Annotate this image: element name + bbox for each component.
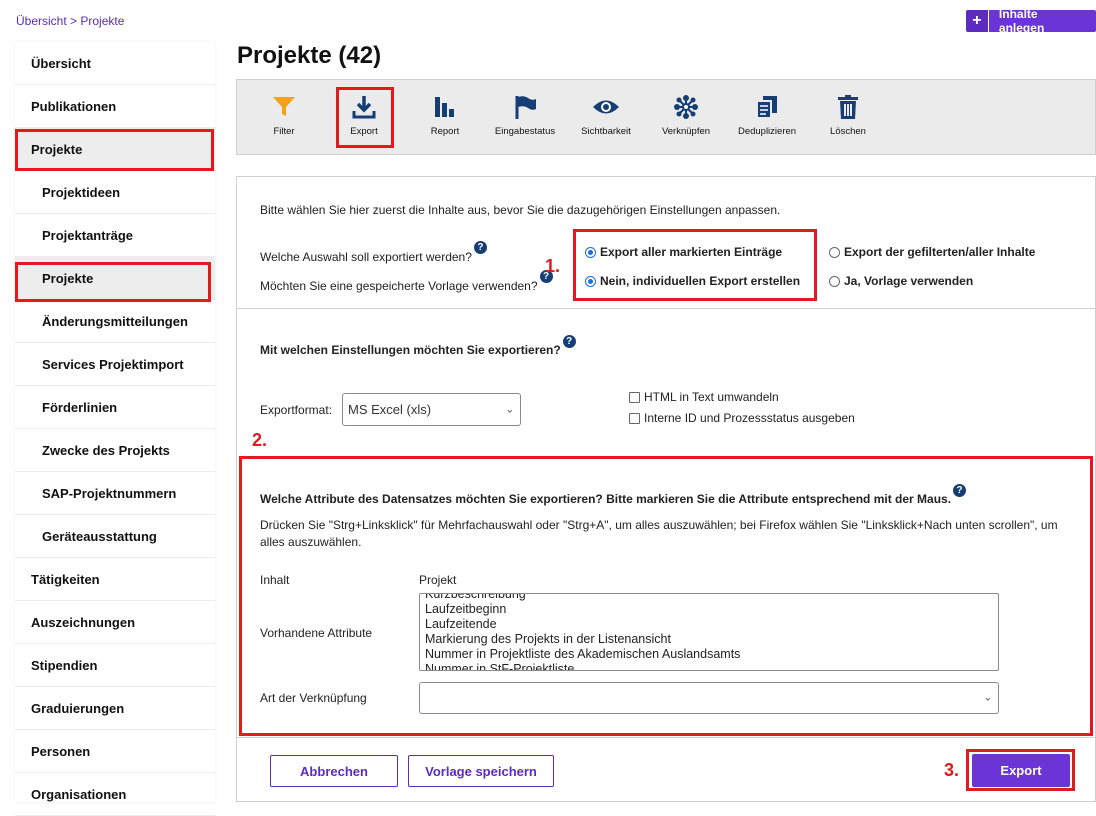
annotation-highlight	[239, 456, 1093, 736]
sidebar-item-label: Auszeichnungen	[31, 614, 136, 630]
sidebar-item-services-projektimport[interactable]: Services Projektimport	[15, 343, 215, 386]
toolbar-label: Löschen	[830, 126, 866, 137]
settings-heading-text: Mit welchen Einstellungen möchten Sie ex…	[260, 343, 561, 357]
radio-indicator	[829, 275, 840, 287]
breadcrumb-current[interactable]: Projekte	[80, 14, 124, 28]
bar-chart-icon	[435, 97, 454, 117]
checkbox-box	[629, 412, 640, 424]
toolbar-label: Verknüpfen	[661, 126, 711, 137]
sidebar-item-aenderungsmitteilungen[interactable]: Änderungsmitteilungen	[15, 300, 215, 343]
format-label: Exportformat:	[260, 403, 333, 417]
sidebar-item-label: Stipendien	[31, 657, 98, 673]
annotation-step-3: 3.	[944, 760, 960, 780]
help-icon[interactable]: ?	[473, 241, 487, 254]
toolbar-label: Filter	[273, 126, 295, 137]
help-icon[interactable]: ?	[562, 335, 576, 348]
export-format-select[interactable]: MS Excel (xls) ⌄	[342, 393, 521, 426]
page-title: Projekte (42)	[237, 42, 382, 69]
network-icon	[674, 95, 698, 119]
add-content-label: Inhalte anlegen	[988, 10, 1096, 32]
sidebar-item-label: Zwecke des Projekts	[42, 442, 170, 458]
sidebar-item-personen[interactable]: Personen	[15, 730, 215, 773]
sidebar-item-uebersicht[interactable]: Übersicht	[15, 42, 215, 85]
breadcrumb: Übersicht > Projekte	[16, 14, 124, 28]
checkbox-label: HTML in Text umwandeln	[644, 390, 779, 404]
sidebar-item-label: SAP-Projektnummern	[42, 485, 177, 501]
copy-icon	[756, 96, 777, 119]
sidebar-item-projektantraege[interactable]: Projektanträge	[15, 214, 215, 257]
sidebar-item-label: Organisationen	[31, 786, 127, 802]
checkbox-box	[629, 391, 640, 403]
export-intro: Bitte wählen Sie hier zuerst die Inhalte…	[260, 203, 781, 217]
sidebar-item-foerderlinien[interactable]: Förderlinien	[15, 386, 215, 429]
section-divider	[237, 737, 1095, 738]
sidebar-item-label: Personen	[31, 743, 91, 759]
checkbox-html-to-text[interactable]: HTML in Text umwandeln	[629, 390, 779, 404]
toolbar-report-button[interactable]: Report	[410, 94, 480, 137]
breadcrumb-home-link[interactable]: Übersicht	[16, 14, 67, 28]
export-format-value: MS Excel (xls)	[348, 402, 432, 417]
template-question-text: Möchten Sie eine gespeicherte Vorlage ve…	[260, 279, 538, 293]
save-template-button[interactable]: Vorlage speichern	[408, 755, 554, 787]
checkbox-internal-id[interactable]: Interne ID und Prozessstatus ausgeben	[629, 411, 855, 425]
toolbar-verknuepfen-button[interactable]: Verknüpfen	[651, 94, 721, 137]
toolbar-label: Deduplizieren	[737, 126, 797, 137]
checkbox-label: Interne ID und Prozessstatus ausgeben	[644, 411, 855, 425]
annotation-highlight	[573, 229, 817, 301]
eye-icon	[593, 100, 619, 114]
sidebar-item-label: Graduierungen	[31, 700, 125, 716]
template-question: Möchten Sie eine gespeicherte Vorlage ve…	[260, 270, 553, 293]
sidebar-item-taetigkeiten[interactable]: Tätigkeiten	[15, 558, 215, 601]
cancel-button[interactable]: Abbrechen	[270, 755, 398, 787]
toolbar-loeschen-button[interactable]: Löschen	[813, 94, 883, 137]
sidebar-item-label: Projektideen	[42, 184, 121, 200]
toolbar-label: Eingabestatus	[494, 126, 556, 137]
annotation-step-1: 1.	[545, 256, 561, 276]
sidebar-item-graduierungen[interactable]: Graduierungen	[15, 687, 215, 730]
settings-heading: Mit welchen Einstellungen möchten Sie ex…	[260, 335, 576, 357]
toolbar-sichtbarkeit-button[interactable]: Sichtbarkeit	[571, 94, 641, 137]
sidebar-item-geraeteausstattung[interactable]: Geräteausstattung	[15, 515, 215, 558]
sidebar-item-publikationen[interactable]: Publikationen	[15, 85, 215, 128]
filter-icon	[273, 97, 295, 116]
plus-icon: +	[966, 10, 989, 32]
sidebar-item-auszeichnungen[interactable]: Auszeichnungen	[15, 601, 215, 644]
selection-question-text: Welche Auswahl soll exportiert werden?	[260, 250, 472, 264]
toolbar-label: Report	[430, 126, 460, 137]
annotation-highlight	[966, 749, 1075, 791]
sidebar-item-label: Projektanträge	[42, 227, 134, 243]
radio-label: Ja, Vorlage verwenden	[844, 274, 974, 288]
sidebar-item-zwecke[interactable]: Zwecke des Projekts	[15, 429, 215, 472]
toolbar-label: Sichtbarkeit	[581, 126, 631, 137]
flag-icon	[515, 96, 536, 119]
sidebar-item-label: Tätigkeiten	[31, 571, 100, 587]
toolbar-deduplizieren-button[interactable]: Deduplizieren	[732, 94, 802, 137]
chevron-down-icon: ⌄	[505, 404, 514, 415]
radio-use-template[interactable]: Ja, Vorlage verwenden	[829, 274, 973, 288]
radio-indicator	[829, 246, 840, 258]
selection-question: Welche Auswahl soll exportiert werden??	[260, 241, 487, 264]
section-divider	[237, 308, 1095, 309]
radio-label: Export der gefilterten/aller Inhalte	[844, 245, 1036, 259]
sidebar-item-projektideen[interactable]: Projektideen	[15, 171, 215, 214]
sidebar-item-label: Publikationen	[31, 98, 117, 114]
sidebar-item-label: Services Projektimport	[42, 356, 184, 372]
sidebar-item-stipendien[interactable]: Stipendien	[15, 644, 215, 687]
annotation-highlight	[336, 87, 394, 148]
sidebar-item-organisationen[interactable]: Organisationen	[15, 773, 215, 816]
add-content-button[interactable]: + Inhalte anlegen	[966, 10, 1096, 32]
radio-export-filtered[interactable]: Export der gefilterten/aller Inhalte	[829, 245, 1035, 259]
sidebar-item-label: Förderlinien	[42, 399, 118, 415]
sidebar-item-label: Übersicht	[31, 55, 91, 71]
trash-icon	[838, 95, 858, 119]
annotation-highlight	[15, 262, 211, 302]
breadcrumb-separator: >	[66, 14, 81, 28]
toolbar-eingabestatus-button[interactable]: Eingabestatus	[490, 94, 560, 137]
sidebar-item-sap-projektnummern[interactable]: SAP-Projektnummern	[15, 472, 215, 515]
annotation-step-2: 2.	[252, 430, 268, 450]
annotation-highlight	[15, 129, 214, 171]
sidebar-item-label: Änderungsmitteilungen	[42, 313, 188, 329]
toolbar-filter-button[interactable]: Filter	[249, 94, 319, 137]
sidebar-item-label: Geräteausstattung	[42, 528, 157, 544]
